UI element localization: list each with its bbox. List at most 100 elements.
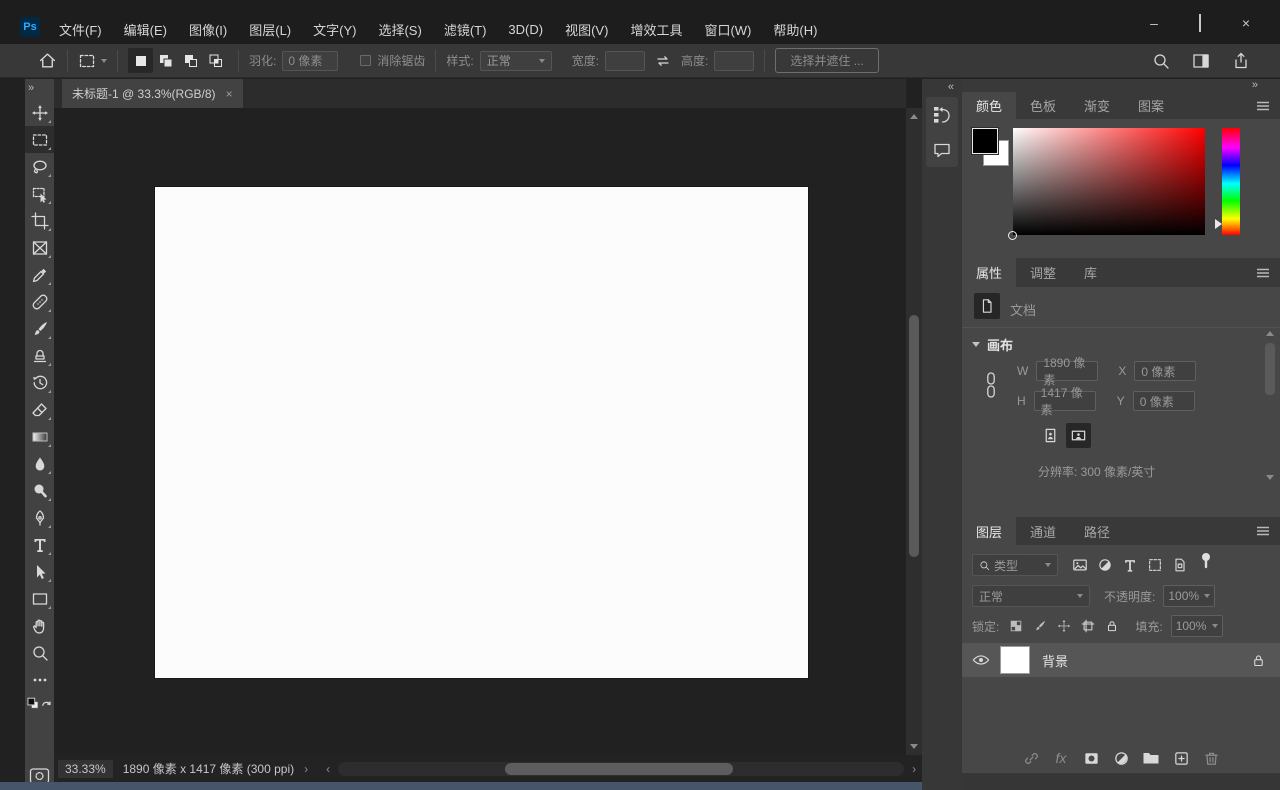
hand-tool[interactable]: [25, 612, 54, 639]
menu-select[interactable]: 选择(S): [367, 20, 432, 39]
document-tab[interactable]: 未标题-1 @ 33.3%(RGB/8) ×: [62, 79, 243, 108]
rectangular-marquee-tool[interactable]: [25, 126, 54, 153]
layer-lock-icon[interactable]: [1251, 653, 1266, 668]
type-tool[interactable]: [25, 531, 54, 558]
scroll-right-arrow[interactable]: ›: [912, 762, 916, 776]
blur-tool[interactable]: [25, 450, 54, 477]
layer-filter-search[interactable]: 类型: [972, 554, 1058, 576]
menu-edit[interactable]: 编辑(E): [113, 20, 178, 39]
lock-artboard-icon[interactable]: [1081, 619, 1095, 633]
tab-channels[interactable]: 通道: [1016, 517, 1070, 545]
color-field-marker[interactable]: [1008, 231, 1017, 240]
new-adjustment-layer-button[interactable]: [1112, 750, 1130, 767]
subtract-from-selection-button[interactable]: [178, 48, 203, 73]
filter-adjustment-layers-icon[interactable]: [1097, 557, 1113, 573]
menu-view[interactable]: 视图(V): [554, 20, 619, 39]
blend-mode-dropdown[interactable]: 正常: [972, 585, 1090, 607]
horizontal-scrollbar[interactable]: [338, 761, 905, 776]
zoom-tool[interactable]: [25, 639, 54, 666]
width-input[interactable]: [605, 50, 646, 71]
filter-pixel-layers-icon[interactable]: [1072, 557, 1088, 573]
status-expand-arrow[interactable]: ›: [304, 762, 308, 776]
gradient-tool[interactable]: [25, 423, 54, 450]
scroll-left-arrow[interactable]: ‹: [326, 762, 330, 776]
filter-shape-layers-icon[interactable]: [1147, 557, 1163, 573]
move-tool[interactable]: [25, 99, 54, 126]
scroll-down-arrow[interactable]: [1266, 475, 1274, 480]
object-selection-tool[interactable]: [25, 180, 54, 207]
menu-filter[interactable]: 滤镜(T): [433, 20, 498, 39]
rectangle-tool[interactable]: [25, 585, 54, 612]
tab-close-icon[interactable]: ×: [226, 87, 233, 101]
workspace-switcher-icon[interactable]: [1192, 52, 1210, 70]
layer-styles-button[interactable]: fx: [1052, 750, 1070, 766]
dodge-tool[interactable]: [25, 477, 54, 504]
scroll-up-arrow[interactable]: [910, 114, 918, 119]
lock-pixels-icon[interactable]: [1033, 619, 1047, 633]
panel-menu-icon[interactable]: [1256, 268, 1270, 278]
menu-window[interactable]: 窗口(W): [693, 20, 762, 39]
eraser-tool[interactable]: [25, 396, 54, 423]
select-and-mask-button[interactable]: 选择并遮住 ...: [775, 48, 879, 73]
tab-gradients[interactable]: 渐变: [1070, 92, 1124, 119]
zoom-level-field[interactable]: 33.33%: [58, 759, 113, 778]
menu-help[interactable]: 帮助(H): [762, 20, 828, 39]
layer-thumbnail[interactable]: [1000, 646, 1030, 674]
panel-menu-icon[interactable]: [1256, 526, 1270, 536]
height-input[interactable]: [714, 50, 755, 71]
minimize-button[interactable]: –: [1146, 15, 1162, 31]
edit-toolbar-button[interactable]: [25, 666, 54, 693]
tab-patterns[interactable]: 图案: [1124, 92, 1178, 119]
add-layer-mask-button[interactable]: [1082, 750, 1100, 767]
spot-healing-brush-tool[interactable]: [25, 288, 54, 315]
antialias-checkbox[interactable]: [360, 55, 372, 66]
toolbar-expand-button[interactable]: »: [25, 79, 54, 99]
hue-slider-marker[interactable]: [1215, 219, 1222, 229]
canvas-height-input[interactable]: 1417 像素: [1033, 386, 1096, 417]
eyedropper-tool[interactable]: [25, 261, 54, 288]
tab-layers[interactable]: 图层: [962, 517, 1017, 545]
properties-scrollbar[interactable]: [1264, 331, 1276, 336]
maximize-button[interactable]: [1192, 14, 1208, 32]
menu-file[interactable]: 文件(F): [48, 20, 113, 39]
tab-paths[interactable]: 路径: [1070, 517, 1124, 545]
layer-visibility-eye-icon[interactable]: [972, 653, 990, 667]
new-layer-button[interactable]: [1172, 750, 1190, 767]
menu-image[interactable]: 图像(I): [178, 20, 238, 39]
path-selection-tool[interactable]: [25, 558, 54, 585]
layer-filter-toggle[interactable]: [1199, 551, 1213, 571]
tool-preset-picker[interactable]: [78, 52, 107, 70]
lock-position-icon[interactable]: [1057, 619, 1071, 633]
horizontal-scrollbar-thumb[interactable]: [505, 762, 734, 775]
tab-color[interactable]: 颜色: [962, 92, 1017, 119]
canvas[interactable]: [155, 187, 808, 678]
filter-smart-objects-icon[interactable]: [1172, 557, 1188, 573]
landscape-orientation-button[interactable]: [1066, 423, 1091, 448]
hue-slider[interactable]: [1222, 128, 1240, 235]
canvas-y-input[interactable]: 0 像素: [1132, 391, 1195, 411]
properties-scrollbar-bottom[interactable]: [1264, 475, 1276, 480]
tab-libraries[interactable]: 库: [1070, 258, 1111, 287]
menu-layer[interactable]: 图层(L): [238, 20, 302, 39]
menu-type[interactable]: 文字(Y): [302, 20, 367, 39]
new-group-button[interactable]: [1142, 750, 1160, 766]
link-dimensions-icon[interactable]: [984, 371, 998, 399]
style-dropdown[interactable]: 正常: [479, 50, 552, 71]
layer-row-background[interactable]: 背景: [962, 643, 1280, 677]
panel-menu-icon[interactable]: [1256, 101, 1270, 111]
portrait-orientation-button[interactable]: [1038, 423, 1063, 448]
default-colors-icon[interactable]: [27, 697, 40, 710]
search-icon[interactable]: [1152, 52, 1170, 70]
vertical-scrollbar-thumb[interactable]: [909, 315, 919, 557]
menu-plugins[interactable]: 增效工具: [619, 20, 693, 39]
history-brush-tool[interactable]: [25, 369, 54, 396]
comments-panel-icon[interactable]: [932, 140, 952, 160]
feather-input[interactable]: 0 像素: [282, 50, 339, 71]
fill-input[interactable]: 100%: [1170, 615, 1223, 637]
lock-transparency-icon[interactable]: [1009, 619, 1023, 633]
new-selection-button[interactable]: [128, 48, 153, 73]
share-icon[interactable]: [1232, 52, 1250, 70]
lasso-tool[interactable]: [25, 153, 54, 180]
foreground-color-swatch[interactable]: [971, 127, 999, 155]
vertical-scrollbar[interactable]: [906, 108, 922, 755]
